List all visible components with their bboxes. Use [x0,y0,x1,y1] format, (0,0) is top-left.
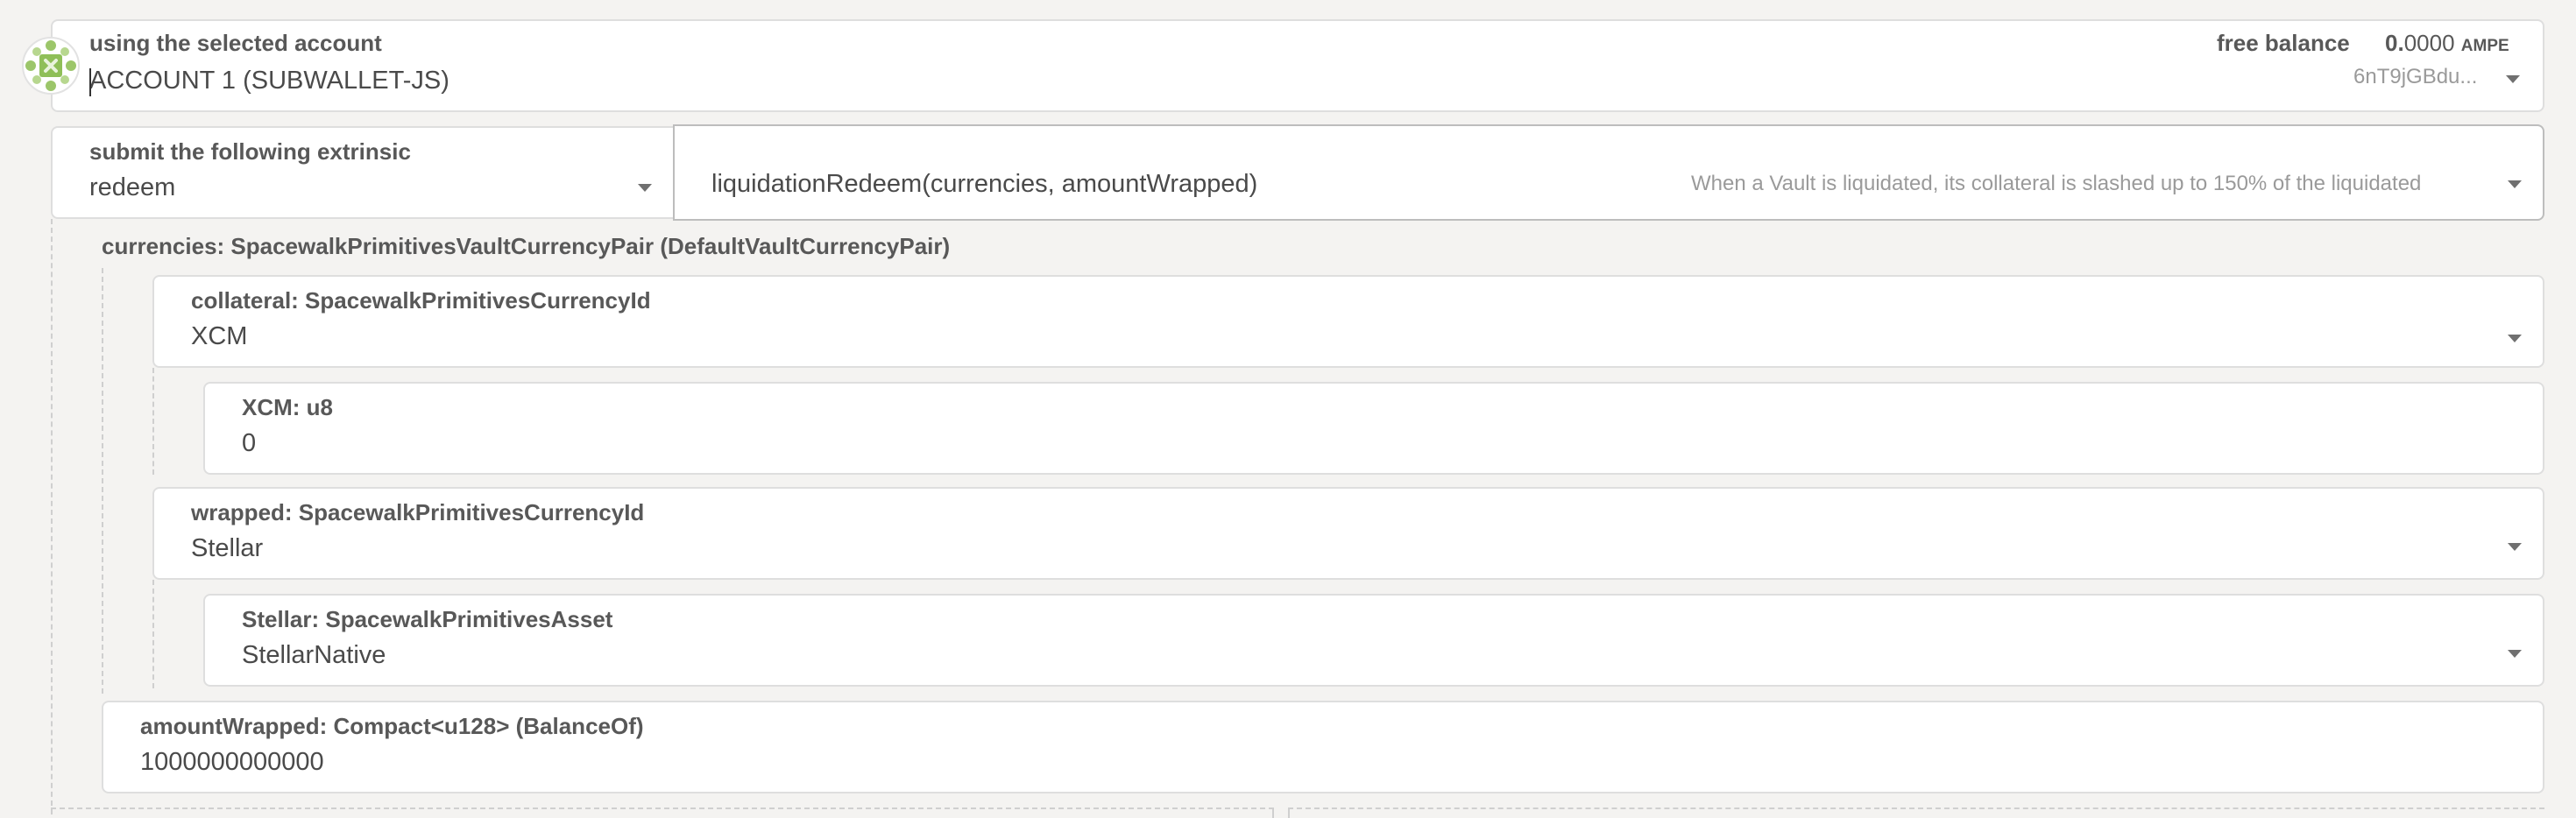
account-label: using the selected account [89,30,382,56]
currencies-label: currencies: SpacewalkPrimitivesVaultCurr… [102,233,951,259]
amount-wrapped-value[interactable]: 1000000000000 [140,748,324,777]
section-dropdown-caret[interactable] [638,184,652,192]
bottom-dashed-split-left [1272,807,1274,818]
text-cursor [89,68,91,96]
extrinsic-label: submit the following extrinsic [89,138,411,165]
balance-decimals: 0000 [2403,30,2455,56]
collateral-guide-line [152,368,154,475]
amount-wrapped-label: amountWrapped: Compact<u128> (BalanceOf) [140,713,644,739]
xcm-input[interactable]: XCM: u8 0 [203,382,2544,475]
balance-integer: 0. [2385,30,2404,56]
account-dropdown-caret[interactable] [2506,75,2520,83]
collateral-label: collateral: SpacewalkPrimitivesCurrencyI… [191,287,651,314]
amount-wrapped-input[interactable]: amountWrapped: Compact<u128> (BalanceOf)… [102,701,2544,793]
account-selector[interactable]: using the selected account ACCOUNT 1 (SU… [51,19,2544,112]
wrapped-label: wrapped: SpacewalkPrimitivesCurrencyId [191,499,645,525]
free-balance-label: free balance [2217,30,2350,56]
extrinsic-method-selector[interactable]: liquidationRedeem(currencies, amountWrap… [673,124,2544,221]
xcm-label: XCM: u8 [242,394,333,420]
stellar-dropdown-caret[interactable] [2508,650,2522,658]
extrinsic-section-value[interactable]: redeem [89,173,175,202]
collateral-dropdown-caret[interactable] [2508,335,2522,342]
wrapped-dropdown-caret[interactable] [2508,543,2522,551]
extrinsic-section-selector[interactable]: submit the following extrinsic redeem [51,126,673,219]
account-identicon [22,37,80,95]
bottom-dashed-left [51,807,1274,809]
free-balance-value: 0.0000 AMPE [2385,30,2509,57]
wrapped-guide-line [152,580,154,688]
account-value[interactable]: ACCOUNT 1 (SUBWALLET-JS) [89,67,449,95]
xcm-value[interactable]: 0 [242,429,256,458]
stellar-asset-selector[interactable]: Stellar: SpacewalkPrimitivesAsset Stella… [203,594,2544,687]
extrinsic-description: When a Vault is liquidated, its collater… [1691,172,2422,195]
collateral-selector[interactable]: collateral: SpacewalkPrimitivesCurrencyI… [152,275,2544,368]
extrinsic-method-value[interactable]: liquidationRedeem(currencies, amountWrap… [711,170,1257,199]
account-address: 6nT9jGBdu... [2353,65,2478,88]
bottom-dashed-right [1288,807,2544,809]
stellar-label: Stellar: SpacewalkPrimitivesAsset [242,606,613,632]
params-guide-line [51,219,53,814]
collateral-value[interactable]: XCM [191,322,247,351]
currencies-guide-line [102,268,103,694]
balance-unit: AMPE [2460,37,2509,55]
wrapped-selector[interactable]: wrapped: SpacewalkPrimitivesCurrencyId S… [152,487,2544,580]
identicon-icon [25,40,76,91]
wrapped-value[interactable]: Stellar [191,534,263,563]
stellar-value[interactable]: StellarNative [242,641,386,670]
method-dropdown-caret[interactable] [2508,180,2522,188]
